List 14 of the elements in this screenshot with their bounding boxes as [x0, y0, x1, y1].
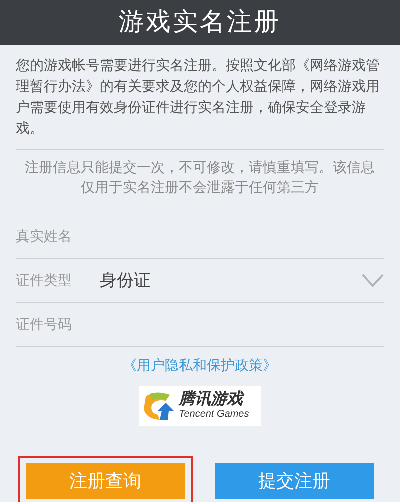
- privacy-policy-link[interactable]: 《用户隐私和保护政策》: [123, 355, 277, 376]
- intro-text: 您的游戏帐号需要进行实名注册。按照文化部《网络游戏管理暂行办法》的有关要求及您的个人权益保障，网络游戏用户需要使用有效身份证件进行实名注册，确保安全登录游戏。: [16, 56, 381, 138]
- id-type-dropdown[interactable]: 身份证: [100, 262, 384, 298]
- chevron-down-icon: [362, 274, 384, 288]
- register-button[interactable]: 提交注册: [215, 463, 374, 499]
- notice-text: 注册信息只能提交一次，不可修改，请慎重填写。该信息仅用于实名注册不会泄露于任何第三方: [24, 158, 376, 197]
- register-button[interactable]: 注册查询: [26, 463, 185, 499]
- logo-icon: [142, 391, 176, 421]
- window-title: 游戏实名注册: [119, 6, 281, 38]
- logo-name: 腾讯游戏: [179, 392, 246, 408]
- field-label: 真实姓名: [16, 227, 73, 246]
- field-label: 证件号码: [16, 315, 73, 334]
- logo-subtitle: Tencent Games: [179, 410, 250, 420]
- field-label: 证件类型: [16, 271, 73, 290]
